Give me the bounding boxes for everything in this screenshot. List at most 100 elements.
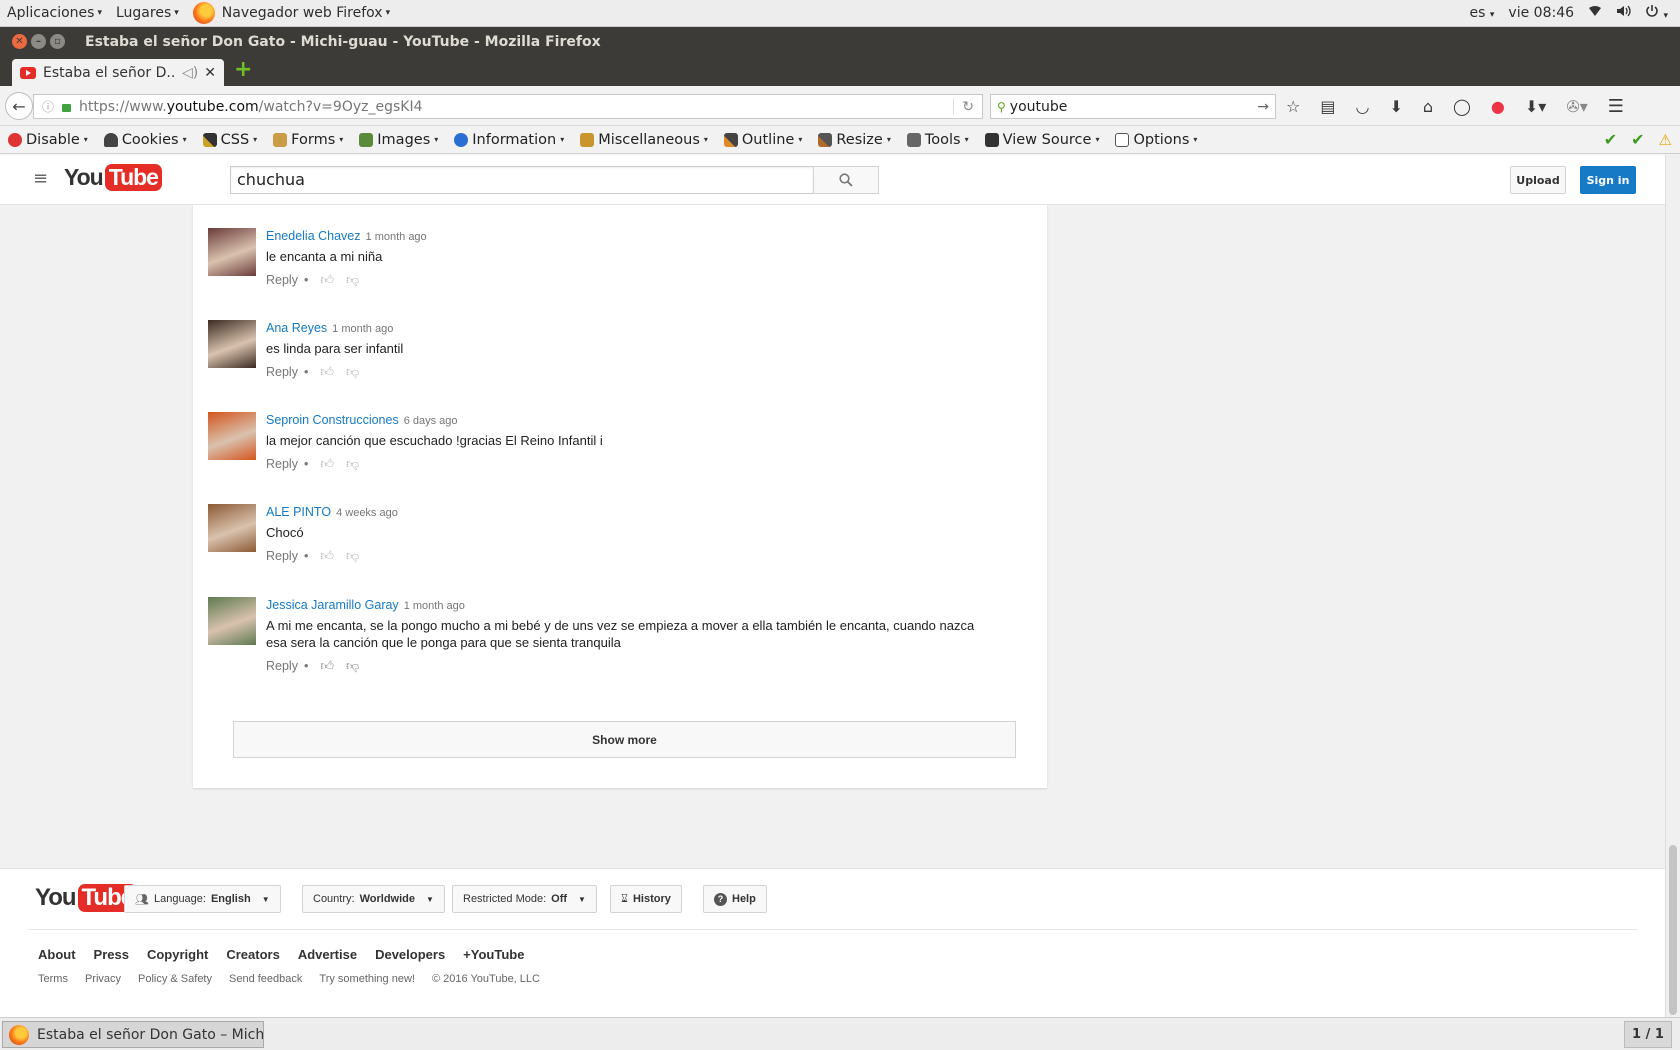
youtube-search-button[interactable] (813, 166, 879, 194)
browser-tab[interactable]: Estaba el señor D... ◁) ✕ (12, 59, 224, 86)
youtube-search-input[interactable]: chuchua (230, 166, 814, 194)
window-minimize-button[interactable]: – (31, 34, 46, 49)
dev-cookies-menu[interactable]: Cookies ▾ (103, 132, 187, 148)
dev-disable-menu[interactable]: Disable ▾ (8, 132, 88, 148)
help-button[interactable]: ? Help (703, 885, 767, 913)
language-picker-button[interactable]: 👥︎ Language: English ▼ (124, 885, 281, 913)
footer-link-about[interactable]: About (38, 947, 76, 962)
footer-link-try-something-new[interactable]: Try something new! (319, 973, 415, 985)
checkmark-icon[interactable]: ✔ (1604, 130, 1617, 149)
comment-timestamp[interactable]: 1 month ago (404, 600, 465, 612)
footer-link-developers[interactable]: Developers (375, 947, 445, 962)
applications-menu[interactable]: Aplicaciones ▾ (0, 5, 109, 21)
comment-timestamp[interactable]: 6 days ago (404, 415, 458, 427)
workspace-indicator[interactable]: 1 / 1 (1624, 1021, 1672, 1048)
speaker-icon[interactable]: ◁) (182, 65, 198, 81)
url-bar[interactable]: ⓘ https://www. youtube.com/watch?v=9Oyz_e… (33, 94, 983, 119)
active-app-menu[interactable]: Navegador web Firefox ▾ (186, 2, 397, 24)
new-tab-button[interactable]: + (234, 59, 254, 81)
footer-link-press[interactable]: Press (94, 947, 129, 962)
thumbs-up-icon[interactable]: 👍︎ (320, 456, 334, 472)
reading-list-icon[interactable]: ▤ (1320, 97, 1335, 116)
history-button[interactable]: ⌛︎ History (610, 885, 682, 913)
avatar[interactable] (208, 228, 256, 276)
upload-button[interactable]: Upload (1510, 166, 1566, 194)
back-button[interactable]: ← (5, 92, 33, 120)
checkmark-icon[interactable]: ✔ (1631, 130, 1644, 149)
sign-in-button[interactable]: Sign in (1580, 166, 1636, 194)
warning-icon[interactable]: ⚠ (1659, 131, 1672, 149)
extension-icon[interactable]: ✇▾ (1566, 97, 1587, 116)
reply-button[interactable]: Reply (266, 659, 298, 673)
wifi-icon[interactable] (1588, 5, 1602, 21)
download-helper-icon[interactable]: ⬇▾ (1525, 97, 1546, 116)
dev-resize-menu[interactable]: Resize ▾ (818, 132, 891, 148)
thumbs-up-icon[interactable]: 👍︎ (320, 548, 334, 564)
show-more-button[interactable]: Show more (233, 721, 1016, 758)
comment-author-link[interactable]: Seproin Construcciones (266, 413, 399, 427)
comment-timestamp[interactable]: 1 month ago (332, 323, 393, 335)
youtube-footer-logo[interactable]: You Tube (35, 884, 138, 912)
comment-author-link[interactable]: Enedelia Chavez (266, 229, 361, 243)
reply-button[interactable]: Reply (266, 549, 298, 563)
downloads-icon[interactable]: ⬇ (1389, 97, 1402, 116)
search-engine-icon[interactable]: ⚲ (997, 100, 1006, 114)
comment-author-link[interactable]: Jessica Jaramillo Garay (266, 598, 399, 612)
places-menu[interactable]: Lugares ▾ (109, 5, 186, 21)
footer-link-creators[interactable]: Creators (226, 947, 279, 962)
comment-author-link[interactable]: Ana Reyes (266, 321, 327, 335)
pocket-icon[interactable]: ◡ (1355, 97, 1369, 116)
guide-menu-icon[interactable]: ≡ (33, 169, 49, 189)
menu-icon[interactable]: ☰ (1608, 96, 1624, 117)
footer-link-terms[interactable]: Terms (38, 973, 68, 985)
comment-timestamp[interactable]: 1 month ago (366, 231, 427, 243)
reply-button[interactable]: Reply (266, 457, 298, 471)
thumbs-down-icon[interactable]: 👎︎ (346, 364, 359, 380)
avatar[interactable] (208, 412, 256, 460)
keyboard-layout-indicator[interactable]: es ▾ (1470, 5, 1495, 21)
footer-link-policy-safety[interactable]: Policy & Safety (138, 973, 212, 985)
arrow-right-icon[interactable]: → (1257, 99, 1275, 115)
dev-forms-menu[interactable]: Forms ▾ (273, 132, 343, 148)
thumbs-down-icon[interactable]: 👎︎ (346, 658, 359, 674)
reply-button[interactable]: Reply (266, 273, 298, 287)
home-icon[interactable]: ⌂ (1423, 97, 1433, 116)
volume-icon[interactable] (1616, 5, 1631, 21)
window-close-button[interactable]: ✕ (12, 34, 27, 49)
tab-close-icon[interactable]: ✕ (204, 65, 216, 81)
page-scrollbar[interactable] (1665, 155, 1680, 1017)
avatar[interactable] (208, 597, 256, 645)
info-icon[interactable]: ⓘ (34, 98, 60, 115)
scrollbar-thumb[interactable] (1669, 845, 1677, 1015)
reload-icon[interactable]: ↻ (953, 98, 982, 115)
thumbs-up-icon[interactable]: 👍︎ (320, 272, 334, 288)
footer-link-send-feedback[interactable]: Send feedback (229, 973, 302, 985)
dev-tools-menu[interactable]: Tools ▾ (906, 132, 969, 148)
footer-link-plus-youtube[interactable]: +YouTube (463, 947, 524, 962)
avatar[interactable] (208, 320, 256, 368)
dev-miscellaneous-menu[interactable]: Miscellaneous ▾ (580, 132, 708, 148)
dev-information-menu[interactable]: Information ▾ (454, 132, 564, 148)
comment-timestamp[interactable]: 4 weeks ago (336, 507, 398, 519)
bookmark-star-icon[interactable]: ☆ (1286, 97, 1300, 116)
comment-author-link[interactable]: ALE PINTO (266, 505, 331, 519)
youtube-logo[interactable]: You Tube (64, 164, 162, 191)
dev-css-menu[interactable]: CSS ▾ (202, 132, 257, 148)
color-extension-icon[interactable]: ● (1491, 97, 1505, 116)
thumbs-up-icon[interactable]: 👍︎ (320, 364, 334, 380)
reply-button[interactable]: Reply (266, 365, 298, 379)
avatar[interactable] (208, 504, 256, 552)
dev-outline-menu[interactable]: Outline ▾ (723, 132, 802, 148)
chat-bubble-icon[interactable]: ◯ (1453, 97, 1471, 116)
power-icon[interactable]: ▾ (1645, 4, 1668, 22)
country-picker-button[interactable]: Country: Worldwide ▼ (302, 885, 445, 913)
thumbs-up-icon[interactable]: 👍︎ (320, 658, 334, 674)
thumbs-down-icon[interactable]: 👎︎ (346, 548, 359, 564)
browser-search-bar[interactable]: ⚲ youtube → (990, 94, 1276, 119)
window-maximize-button[interactable]: ▫ (50, 34, 65, 49)
clock[interactable]: vie 08:46 (1508, 5, 1574, 21)
thumbs-down-icon[interactable]: 👎︎ (346, 456, 359, 472)
restricted-mode-button[interactable]: Restricted Mode: Off ▼ (452, 885, 597, 913)
thumbs-down-icon[interactable]: 👎︎ (346, 272, 359, 288)
taskbar-window-button[interactable]: Estaba el señor Don Gato – Michi-... (2, 1021, 264, 1048)
